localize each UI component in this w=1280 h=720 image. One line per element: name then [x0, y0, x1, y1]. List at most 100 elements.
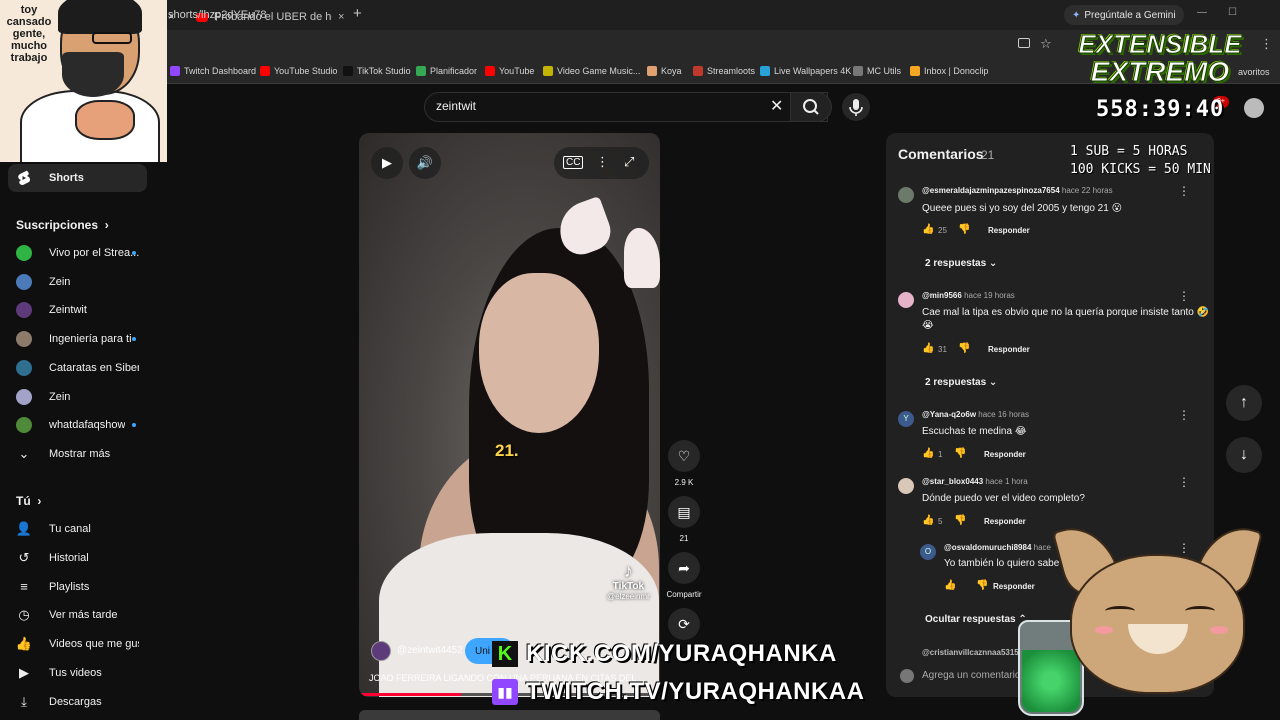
next-video-peek[interactable] [359, 710, 660, 720]
maximize-icon[interactable]: ☐ [1228, 7, 1237, 18]
sidebar-item-shorts[interactable]: Shorts [8, 164, 147, 192]
view-replies-button[interactable]: 2 respuestas ⌄ [925, 377, 997, 388]
sidebar-item-subscription[interactable]: whatdafaqshow [0, 411, 160, 439]
commenter-avatar[interactable]: O [920, 544, 936, 560]
thumbs-down-icon[interactable]: 👎 [954, 448, 966, 459]
bookmark-item[interactable]: Live Wallpapers 4K [760, 66, 851, 76]
bookmark-item[interactable]: Video Game Music... [543, 66, 640, 76]
comment-author-name[interactable]: @Yana-q2o6w [922, 410, 976, 419]
comment-author-name[interactable]: @osvaldomuruchi8984 [944, 543, 1031, 552]
sidebar-item-you[interactable]: ◷ Ver más tarde [0, 601, 160, 629]
shorts-video-player[interactable]: ▶ 🔊 CC ⋮ ⤢ 21. ♪ TikTok @elzeeinmr @zein… [359, 133, 660, 697]
commenter-avatar[interactable] [898, 292, 914, 308]
sidebar-item-subscription[interactable]: Zeintwit [0, 296, 160, 324]
comment-author[interactable]: @cristianvillcaznnaa5315 [922, 648, 1019, 657]
browser-menu-icon[interactable]: ⋮ [1260, 36, 1273, 52]
sidebar-item-subscription[interactable]: Zein [0, 383, 160, 411]
clear-search-icon[interactable]: ✕ [770, 96, 783, 116]
bookmark-item[interactable]: YouTube Studio [260, 66, 337, 76]
fullscreen-icon[interactable]: ⤢ [624, 154, 634, 170]
remix-button[interactable]: ⟳ [668, 608, 700, 640]
minimize-icon[interactable]: — [1197, 7, 1207, 18]
comment-more-icon[interactable]: ⋮ [1178, 184, 1190, 198]
new-tab-button[interactable]: + [353, 5, 362, 22]
thumbs-up-icon[interactable]: 👍 [922, 343, 934, 354]
thumbs-down-icon[interactable]: 👎 [976, 580, 988, 591]
sidebar-item-subscription[interactable]: Vivo por el Strea... [0, 239, 160, 267]
comment-time[interactable]: hace [1034, 543, 1051, 552]
comment-time[interactable]: hace 22 horas [1062, 186, 1113, 195]
add-comment-input[interactable]: Agrega un comentario [922, 670, 1020, 681]
reply-button[interactable]: Responder [984, 517, 1026, 526]
thumbs-down-icon[interactable]: 👎 [958, 224, 970, 235]
thumbs-down-icon[interactable]: 👎 [954, 515, 966, 526]
comment-time[interactable]: hace 1 hora [985, 477, 1027, 486]
sidebar-item-subscription[interactable]: Ingeniería para ti [0, 325, 160, 353]
bookmark-item[interactable]: Koya [647, 66, 682, 76]
comment-more-icon[interactable]: ⋮ [1178, 289, 1190, 303]
commenter-avatar[interactable] [898, 187, 914, 203]
close-icon[interactable]: × [338, 11, 344, 23]
bookmark-item[interactable]: YouTube [485, 66, 534, 76]
bookmark-star-icon[interactable]: ☆ [1040, 36, 1052, 52]
more-options-icon[interactable]: ⋮ [596, 154, 609, 170]
voice-search-button[interactable] [842, 93, 870, 121]
thumbs-up-icon[interactable]: 👍 [922, 224, 934, 235]
sidebar-show-more[interactable]: ⌄ Mostrar más [0, 440, 160, 468]
sidebar-item-subscription[interactable]: Cataratas en Siberia [0, 354, 160, 382]
bookmark-item[interactable]: Twitch Dashboard [170, 66, 256, 76]
comment-author[interactable]: @esmeraldajazminpazespinoza7654 hace 22 … [922, 186, 1113, 195]
channel-avatar[interactable] [371, 641, 391, 661]
comment-time[interactable]: hace 19 horas [964, 291, 1015, 300]
thumbs-up-icon[interactable]: 👍 [922, 515, 934, 526]
bookmark-item[interactable]: TikTok Studio [343, 66, 411, 76]
thumbs-up-icon[interactable]: 👍 [944, 580, 956, 591]
comment-author-name[interactable]: @esmeraldajazminpazespinoza7654 [922, 186, 1060, 195]
sidebar-item-you[interactable]: ⤓ Descargas [0, 688, 160, 716]
url-text[interactable]: shorts/lhzp2dYEu78 [168, 9, 266, 21]
comment-time[interactable]: hace 16 horas [978, 410, 1029, 419]
reply-button[interactable]: Responder [984, 450, 1026, 459]
commenter-avatar[interactable]: Y [898, 411, 914, 427]
reply-button[interactable]: Responder [988, 345, 1030, 354]
like-button[interactable]: ♡ [668, 440, 700, 472]
sidebar-item-you[interactable]: 👍 Videos que me gus... [0, 630, 160, 658]
search-button[interactable] [790, 92, 832, 122]
comment-author-name[interactable]: @star_blox0443 [922, 477, 983, 486]
comment-author-name[interactable]: @min9566 [922, 291, 962, 300]
sidebar-item-you[interactable]: ↺ Historial [0, 544, 160, 572]
comment-author[interactable]: @Yana-q2o6w hace 16 horas [922, 410, 1029, 419]
thumbs-up-icon[interactable]: 👍 [922, 448, 934, 459]
subscriptions-header[interactable]: Suscripciones › [16, 218, 109, 232]
channel-handle[interactable]: @zeintwit4452 [397, 645, 463, 656]
play-button[interactable]: ▶ [371, 147, 403, 179]
comment-author[interactable]: @min9566 hace 19 horas [922, 291, 1015, 300]
previous-short-button[interactable]: ↑ [1226, 385, 1262, 421]
comments-button[interactable]: ▤ [668, 496, 700, 528]
bookmark-item[interactable]: MC Utils [853, 66, 901, 76]
comment-more-icon[interactable]: ⋮ [1178, 475, 1190, 489]
bookmark-item[interactable]: Inbox | Donoclip [910, 66, 988, 76]
search-query-text[interactable]: zeintwit [436, 99, 476, 113]
next-short-button[interactable]: ↓ [1226, 437, 1262, 473]
gemini-button[interactable]: ✦ Pregúntale a Gemini [1064, 5, 1184, 25]
sidebar-item-you[interactable]: ≡ Playlists [0, 573, 160, 601]
hide-replies-button[interactable]: Ocultar respuestas ⌃ [925, 614, 1027, 625]
comment-author[interactable]: @osvaldomuruchi8984 hace [944, 543, 1051, 552]
volume-button[interactable]: 🔊 [409, 147, 441, 179]
cast-icon[interactable] [1018, 38, 1030, 48]
thumbs-down-icon[interactable]: 👎 [958, 343, 970, 354]
reply-button[interactable]: Responder [993, 582, 1035, 591]
commenter-avatar[interactable] [898, 478, 914, 494]
reply-button[interactable]: Responder [988, 226, 1030, 235]
you-header[interactable]: Tú › [16, 494, 41, 508]
sidebar-item-subscription[interactable]: Zein [0, 268, 160, 296]
share-button[interactable]: ➦ [668, 552, 700, 584]
comment-more-icon[interactable]: ⋮ [1178, 408, 1190, 422]
account-avatar[interactable] [1244, 98, 1264, 118]
view-replies-button[interactable]: 2 respuestas ⌄ [925, 258, 997, 269]
search-input[interactable] [424, 92, 828, 122]
bookmark-item[interactable]: Streamloots [693, 66, 755, 76]
bookmark-item[interactable]: Planificador [416, 66, 477, 76]
captions-icon[interactable]: CC [563, 156, 584, 169]
